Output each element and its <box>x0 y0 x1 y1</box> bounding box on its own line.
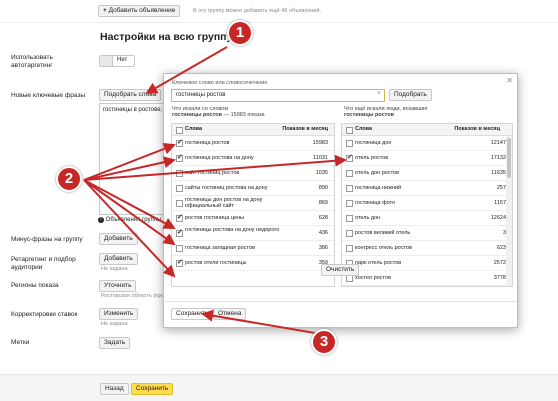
annotation-arrows <box>83 46 347 334</box>
arrow-to-row-7 <box>83 179 176 246</box>
arrow-to-right-row <box>83 154 347 181</box>
annotation-badge-3: 3 <box>311 329 337 355</box>
arrow-to-pick-words <box>145 46 228 94</box>
annotation-badge-1: 1 <box>227 20 253 46</box>
arrow-to-row-9 <box>83 179 176 278</box>
arrow-to-row-6 <box>83 179 176 229</box>
arrow-to-save <box>201 309 316 334</box>
annotation-badge-2: 2 <box>56 166 82 192</box>
